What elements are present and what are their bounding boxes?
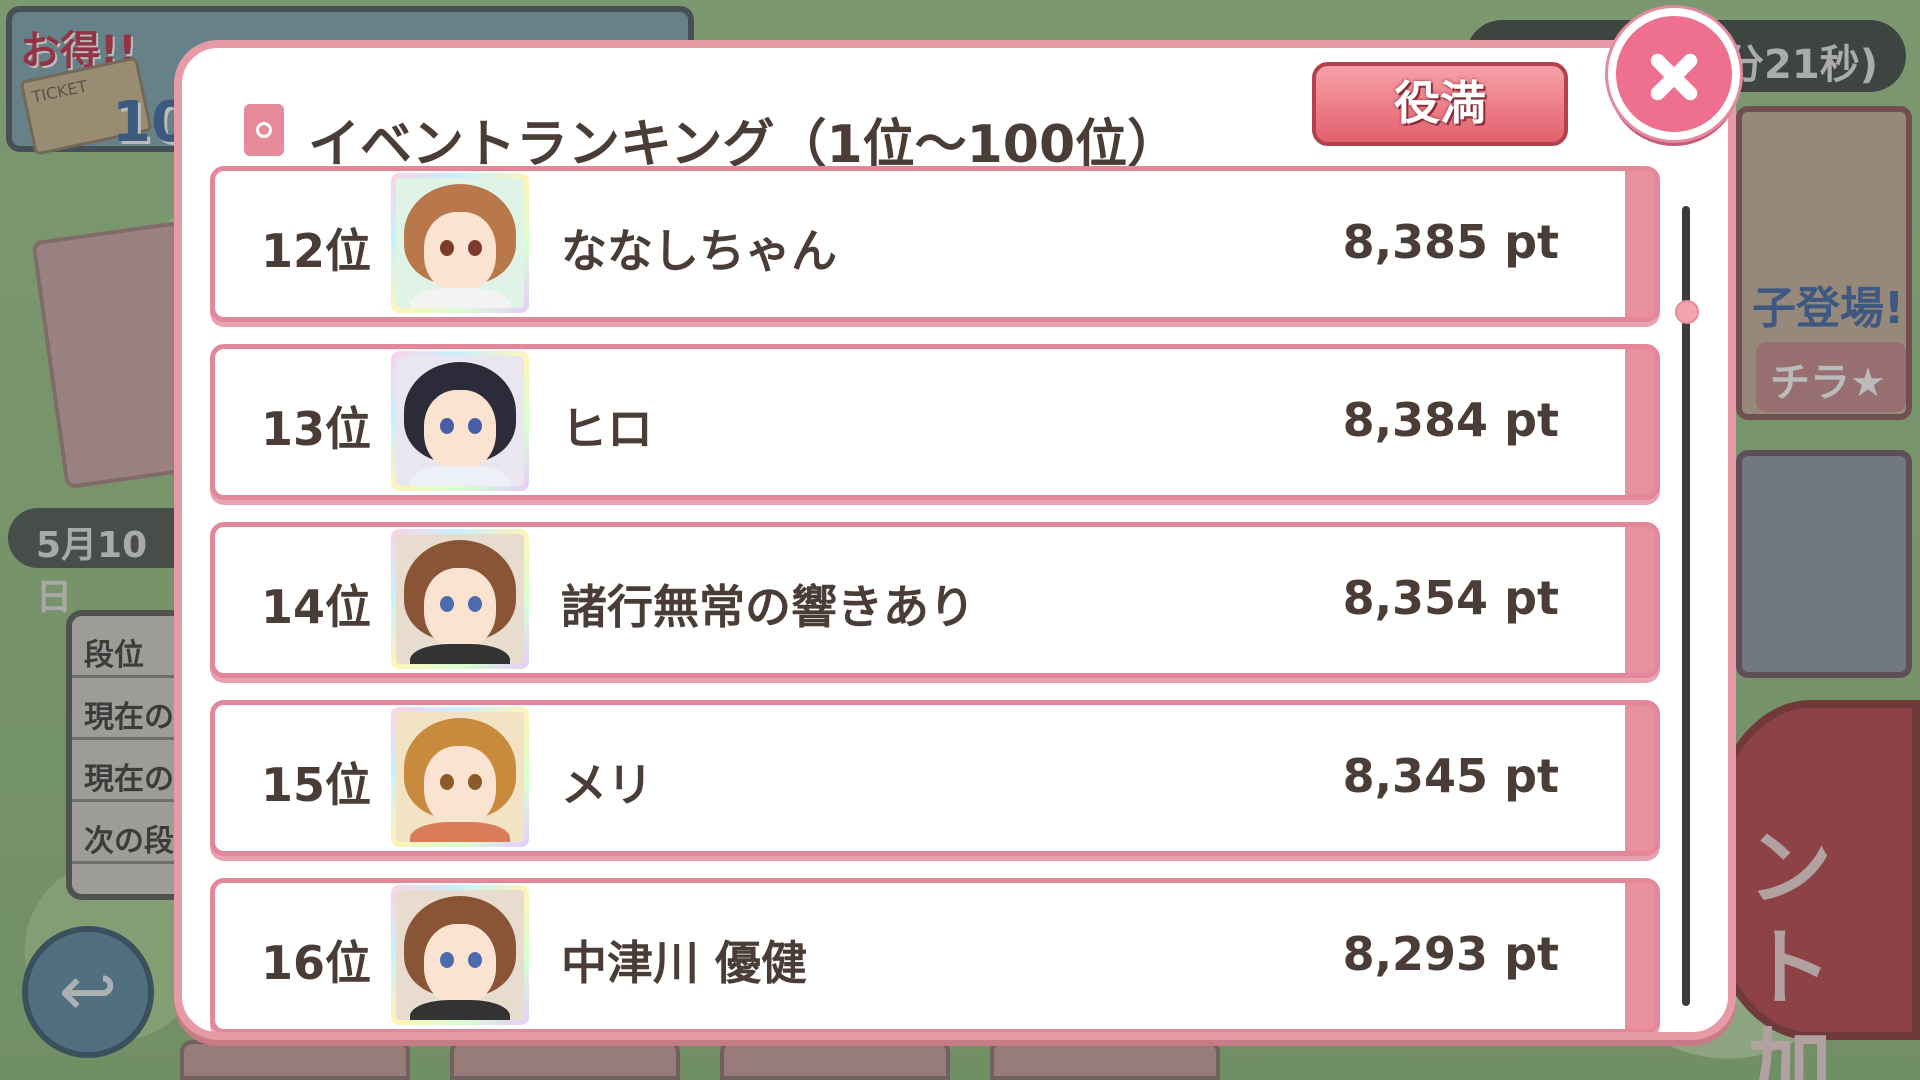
player-name: ヒロ	[561, 402, 653, 456]
row-edge-tab	[1625, 883, 1655, 1029]
avatar-face	[424, 390, 496, 470]
close-icon[interactable]	[1608, 8, 1740, 140]
phone-icon	[244, 104, 284, 156]
player-avatar[interactable]	[391, 707, 529, 847]
avatar-face	[424, 746, 496, 826]
avatar-portrait	[396, 534, 524, 664]
rank-label: 16位	[261, 936, 372, 990]
row-edge-tab	[1625, 349, 1655, 495]
avatar-eye	[440, 952, 454, 968]
ranking-row[interactable]: 13位 ヒロ 8,384 pt	[210, 344, 1660, 500]
avatar-eye	[440, 418, 454, 434]
ranking-modal: イベントランキング（1位～100位） 役満 12位 ななしちゃん 8,385 p…	[174, 40, 1736, 1040]
avatar-eye	[468, 240, 482, 256]
avatar-eye	[468, 596, 482, 612]
ranking-list[interactable]: 12位 ななしちゃん 8,385 pt 13位 ヒロ 8,384 pt 14位 …	[210, 156, 1660, 1032]
avatar-portrait	[396, 890, 524, 1020]
scrollbar-thumb[interactable]	[1675, 300, 1699, 324]
ranking-row[interactable]: 12位 ななしちゃん 8,385 pt	[210, 166, 1660, 322]
player-points: 8,385 pt	[1342, 215, 1559, 269]
avatar-portrait	[396, 178, 524, 308]
player-points: 8,384 pt	[1342, 393, 1559, 447]
rank-label: 15位	[261, 758, 372, 812]
player-name: メリ	[561, 758, 653, 812]
avatar-face	[424, 924, 496, 1004]
rank-label: 13位	[261, 402, 372, 456]
scrollbar-track[interactable]	[1682, 206, 1690, 1006]
rank-label: 14位	[261, 580, 372, 634]
avatar-body	[410, 644, 510, 664]
avatar-eye	[440, 774, 454, 790]
avatar-eye	[440, 240, 454, 256]
rank-label: 12位	[261, 224, 372, 278]
player-name: 中津川 優健	[561, 936, 808, 990]
player-avatar[interactable]	[391, 351, 529, 491]
player-points: 8,345 pt	[1342, 749, 1559, 803]
player-avatar[interactable]	[391, 885, 529, 1025]
player-points: 8,293 pt	[1342, 927, 1559, 981]
player-points: 8,354 pt	[1342, 571, 1559, 625]
avatar-body	[410, 288, 510, 308]
avatar-portrait	[396, 356, 524, 486]
ranking-row[interactable]: 16位 中津川 優健 8,293 pt	[210, 878, 1660, 1032]
avatar-body	[410, 466, 510, 486]
player-avatar[interactable]	[391, 529, 529, 669]
yakuman-button[interactable]: 役満	[1312, 62, 1568, 146]
avatar-body	[410, 822, 510, 842]
avatar-eye	[468, 418, 482, 434]
avatar-eye	[468, 952, 482, 968]
player-name: 諸行無常の響きあり	[561, 580, 975, 634]
player-name: ななしちゃん	[561, 224, 837, 278]
avatar-portrait	[396, 712, 524, 842]
avatar-eye	[440, 596, 454, 612]
row-edge-tab	[1625, 705, 1655, 851]
avatar-body	[410, 1000, 510, 1020]
ranking-row[interactable]: 14位 諸行無常の響きあり 8,354 pt	[210, 522, 1660, 678]
avatar-face	[424, 568, 496, 648]
ranking-row[interactable]: 15位 メリ 8,345 pt	[210, 700, 1660, 856]
avatar-face	[424, 212, 496, 292]
row-edge-tab	[1625, 527, 1655, 673]
player-avatar[interactable]	[391, 173, 529, 313]
avatar-eye	[468, 774, 482, 790]
row-edge-tab	[1625, 171, 1655, 317]
